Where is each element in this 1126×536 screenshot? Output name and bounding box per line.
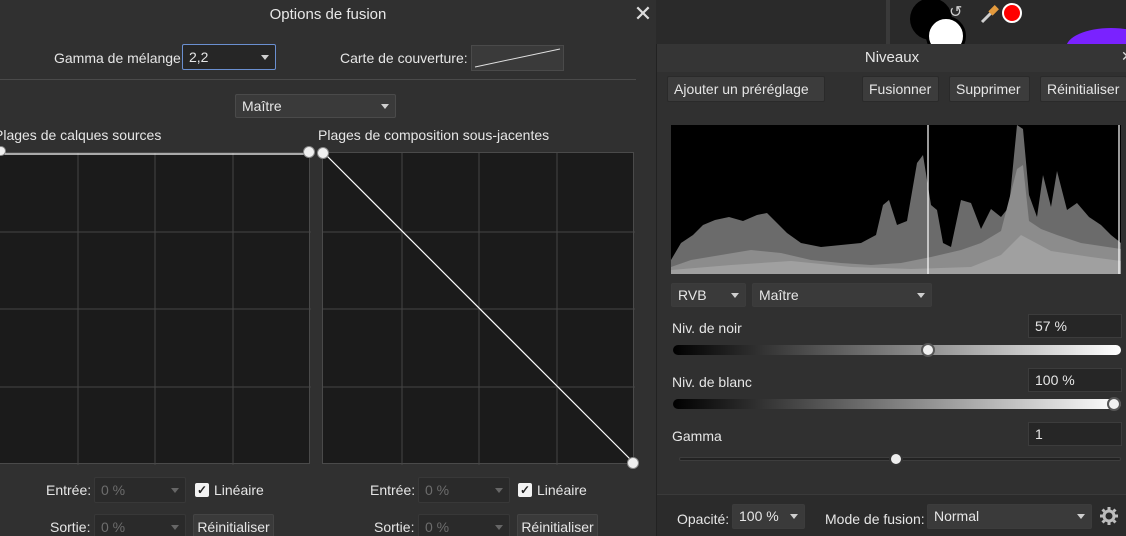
- left-output-value: 0 %: [101, 519, 126, 535]
- blend-gamma-combo[interactable]: 2,2: [182, 44, 276, 70]
- chevron-down-icon: [495, 488, 503, 493]
- right-input-field[interactable]: 0 %: [418, 477, 510, 503]
- left-input-label: Entrée:: [46, 482, 92, 498]
- source-ranges-graph[interactable]: [0, 152, 311, 465]
- chevron-down-icon: [381, 104, 389, 109]
- chevron-down-icon: [171, 525, 179, 530]
- right-input-label: Entrée:: [370, 482, 416, 498]
- opacity-value: 100 %: [739, 508, 779, 524]
- gear-icon[interactable]: [1100, 507, 1118, 525]
- right-linear-checkbox[interactable]: ✓: [518, 483, 532, 497]
- divider: [0, 79, 636, 80]
- right-input-value: 0 %: [425, 482, 450, 498]
- swap-colors-icon[interactable]: ↺: [949, 2, 962, 22]
- coverage-map-label: Carte de couverture:: [340, 50, 468, 66]
- scrollbar[interactable]: [886, 0, 890, 44]
- left-output-field[interactable]: 0 %: [94, 514, 186, 536]
- underlying-end-handle[interactable]: [627, 457, 639, 469]
- right-reset-button[interactable]: Réinitialiser: [517, 514, 598, 536]
- underlying-curve: [323, 152, 635, 465]
- levels-title: Niveaux: [657, 44, 1126, 72]
- right-linear-label: Linéaire: [537, 482, 587, 498]
- blend-mode-label: Mode de fusion:: [825, 511, 925, 527]
- levels-panel: Niveaux ✕ Ajouter un préréglage Fusionne…: [656, 44, 1126, 536]
- white-level-slider[interactable]: [673, 399, 1121, 409]
- black-level-label: Niv. de noir: [672, 320, 742, 336]
- channel-select-value: Maître: [242, 98, 282, 114]
- coverage-curve-icon: [474, 48, 561, 68]
- underlying-ranges-graph[interactable]: [322, 152, 635, 465]
- underlying-ranges-label: Plages de composition sous-jacentes: [318, 127, 550, 143]
- opacity-combo[interactable]: 100 %: [732, 504, 805, 529]
- reset-button[interactable]: Réinitialiser: [1040, 76, 1126, 102]
- chevron-down-icon: [731, 293, 739, 298]
- channel-select[interactable]: Maître: [235, 94, 396, 118]
- chevron-down-icon: [171, 488, 179, 493]
- blend-gamma-label: Gamma de mélange:: [54, 50, 185, 66]
- chevron-down-icon: [495, 525, 503, 530]
- black-level-field[interactable]: 57 %: [1028, 314, 1122, 338]
- coverage-map-preview[interactable]: [471, 45, 564, 71]
- channel-select[interactable]: Maître: [752, 283, 932, 307]
- gamma-label: Gamma: [672, 428, 722, 444]
- right-output-label: Sortie:: [374, 519, 415, 535]
- blend-mode-select[interactable]: Normal: [927, 504, 1092, 529]
- color-toolbar: ↺: [656, 0, 1126, 68]
- chevron-down-icon: [1077, 514, 1085, 519]
- dialog-title: Options de fusion: [269, 6, 387, 23]
- colorspace-select[interactable]: RVB: [671, 283, 746, 307]
- close-icon[interactable]: ✕: [1121, 48, 1126, 68]
- left-input-field[interactable]: 0 %: [94, 477, 186, 503]
- chevron-down-icon: [261, 55, 269, 60]
- channel-value: Maître: [759, 287, 799, 303]
- gamma-field[interactable]: 1: [1028, 422, 1122, 446]
- chevron-down-icon: [790, 514, 798, 519]
- right-output-value: 0 %: [425, 519, 450, 535]
- opacity-label: Opacité:: [677, 511, 730, 527]
- chevron-down-icon: [917, 293, 925, 298]
- left-input-value: 0 %: [101, 482, 126, 498]
- blend-mode-value: Normal: [934, 508, 980, 524]
- left-reset-button[interactable]: Réinitialiser: [193, 514, 274, 536]
- blend-options-dialog: Options de fusion ✕ Gamma de mélange: 2,…: [0, 0, 656, 536]
- histogram-graph: [671, 125, 1121, 274]
- gamma-knob[interactable]: [889, 452, 903, 466]
- source-curve: [0, 153, 311, 465]
- picked-color-swatch[interactable]: [1002, 3, 1022, 23]
- source-ranges-label: Plages de calques sources: [0, 127, 162, 143]
- left-output-label: Sortie:: [50, 519, 91, 535]
- left-linear-checkbox[interactable]: ✓: [195, 483, 209, 497]
- left-linear-label: Linéaire: [214, 482, 264, 498]
- black-level-slider[interactable]: [673, 345, 1121, 355]
- eyedropper-icon[interactable]: [978, 4, 1002, 26]
- close-icon[interactable]: ✕: [632, 3, 654, 25]
- add-preset-button[interactable]: Ajouter un préréglage: [667, 76, 825, 102]
- source-end-handle[interactable]: [303, 146, 315, 158]
- white-level-knob[interactable]: [1107, 397, 1121, 411]
- blend-gamma-value: 2,2: [189, 49, 209, 65]
- right-output-field[interactable]: 0 %: [418, 514, 510, 536]
- colorspace-value: RVB: [678, 287, 707, 303]
- levels-histogram[interactable]: [671, 125, 1121, 274]
- white-level-field[interactable]: 100 %: [1028, 368, 1122, 392]
- underlying-start-handle[interactable]: [317, 147, 329, 159]
- white-level-label: Niv. de blanc: [672, 374, 752, 390]
- merge-button[interactable]: Fusionner: [862, 76, 939, 102]
- delete-button[interactable]: Supprimer: [949, 76, 1030, 102]
